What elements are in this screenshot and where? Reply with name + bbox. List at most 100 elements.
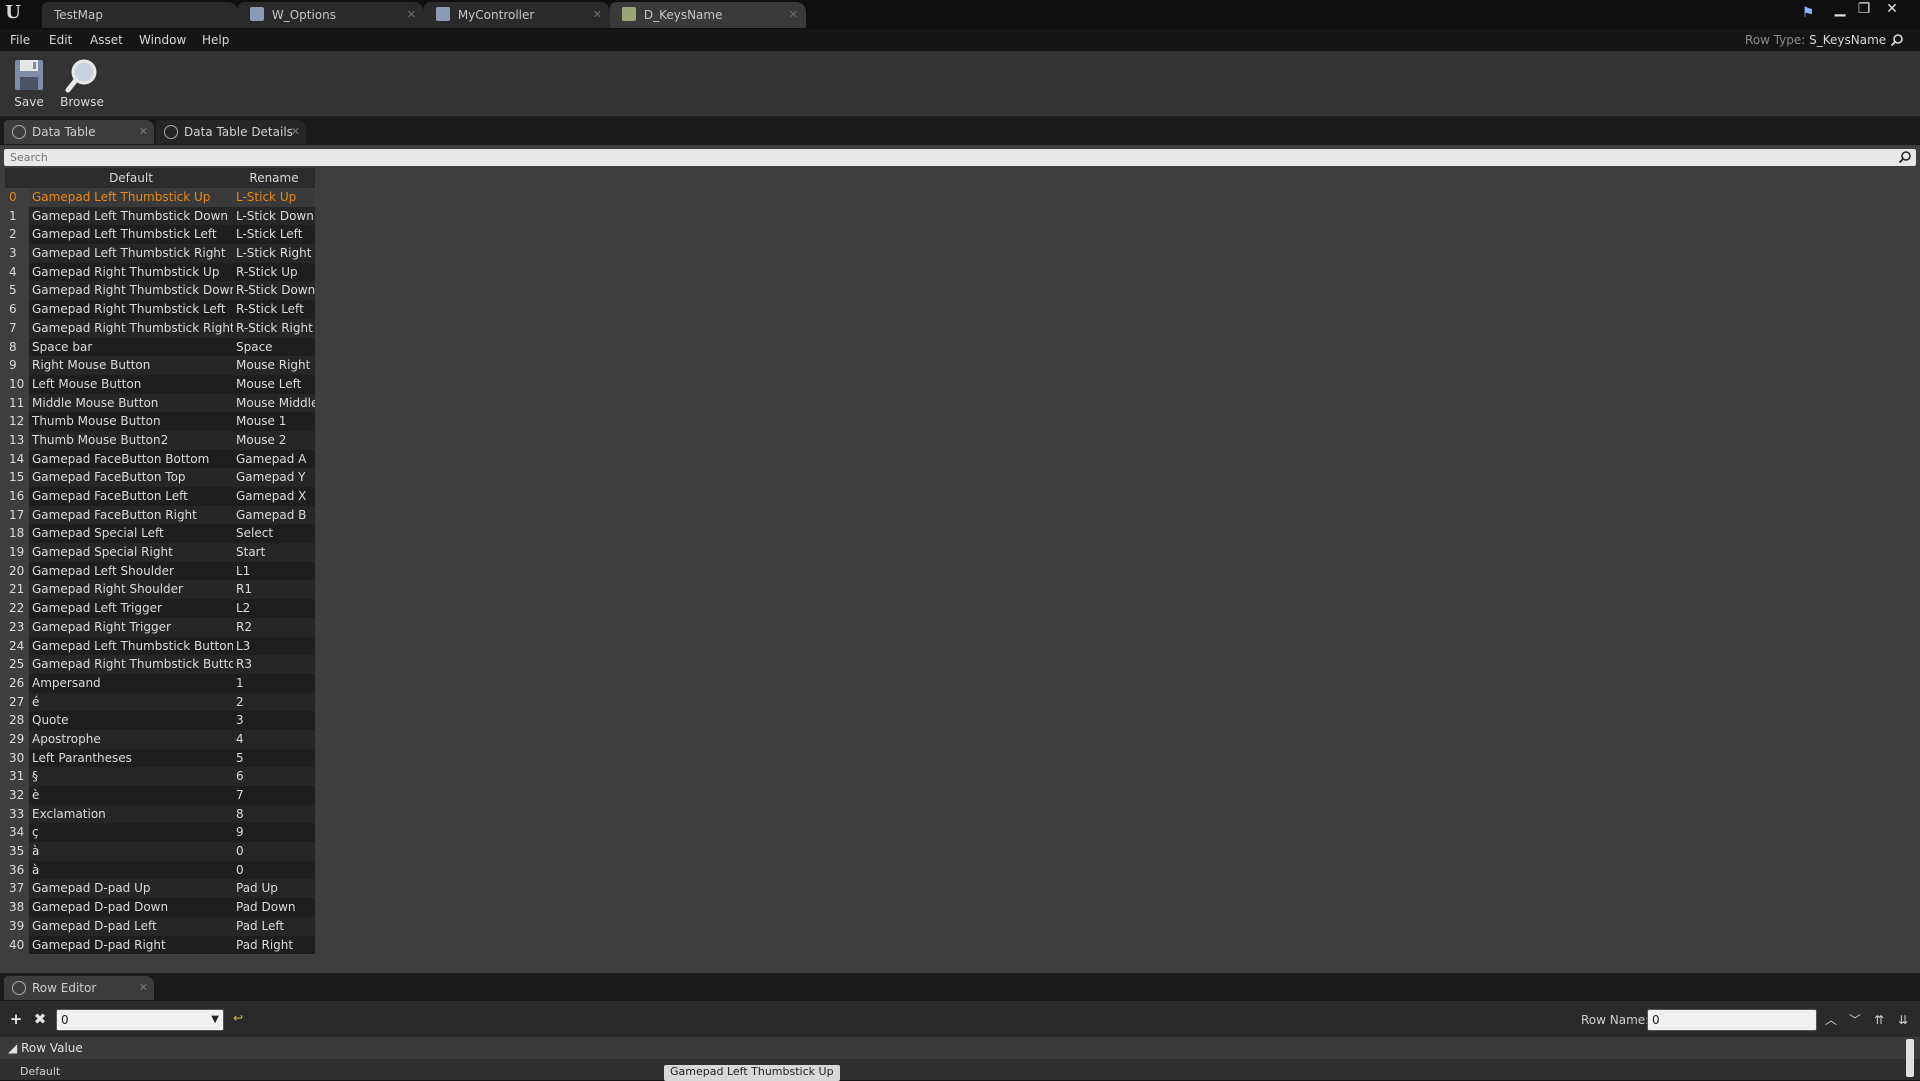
table-row[interactable]: 11 Middle Mouse Button Mouse Middle bbox=[5, 393, 315, 413]
table-row[interactable]: 8 Space bar Space bbox=[5, 337, 315, 357]
cell-rename[interactable]: R3 bbox=[233, 655, 315, 674]
move-top-icon[interactable]: ⇈ bbox=[1868, 1009, 1890, 1031]
cell-rename[interactable]: 3 bbox=[233, 711, 315, 730]
cell-default[interactable]: è bbox=[29, 786, 233, 805]
cell-rename[interactable]: Mouse Left bbox=[233, 374, 315, 394]
table-row[interactable]: 25 Gamepad Right Thumbstick Button R3 bbox=[5, 655, 315, 674]
table-row[interactable]: 21 Gamepad Right Shoulder R1 bbox=[5, 580, 315, 600]
table-row[interactable]: 19 Gamepad Special Right Start bbox=[5, 543, 315, 562]
property-value-field[interactable]: Gamepad Left Thumbstick Up bbox=[664, 1065, 840, 1081]
cell-default[interactable]: à bbox=[29, 860, 233, 880]
cell-rename[interactable]: R-Stick Up bbox=[233, 262, 315, 282]
cell-default[interactable]: Gamepad Special Left bbox=[29, 524, 233, 544]
table-row[interactable]: 37 Gamepad D-pad Up Pad Up bbox=[5, 879, 315, 899]
table-row[interactable]: 33 Exclamation 8 bbox=[5, 804, 315, 824]
cell-rename[interactable]: 5 bbox=[233, 748, 315, 768]
cell-default[interactable]: Gamepad Right Trigger bbox=[29, 617, 233, 637]
cell-default[interactable]: Gamepad Right Thumbstick Up bbox=[29, 262, 233, 282]
cell-default[interactable]: Ampersand bbox=[29, 673, 233, 693]
cell-rename[interactable]: Gamepad B bbox=[233, 505, 315, 525]
cell-rename[interactable]: Space bbox=[233, 337, 315, 357]
column-header-default[interactable]: Default bbox=[29, 168, 233, 188]
close-icon[interactable]: ✕ bbox=[593, 2, 602, 28]
add-row-button[interactable]: + bbox=[7, 1010, 25, 1028]
table-row[interactable]: 5 Gamepad Right Thumbstick Down R-Stick Do… bbox=[5, 281, 315, 301]
cell-default[interactable]: Gamepad D-pad Down bbox=[29, 898, 233, 917]
table-row[interactable]: 24 Gamepad Left Thumbstick Button L3 bbox=[5, 636, 315, 656]
cell-default[interactable]: Middle Mouse Button bbox=[29, 393, 233, 413]
cell-default[interactable]: à bbox=[29, 842, 233, 861]
cell-rename[interactable]: L-Stick Down bbox=[233, 206, 315, 226]
table-row[interactable]: 32 è 7 bbox=[5, 786, 315, 805]
cell-rename[interactable]: Mouse 1 bbox=[233, 412, 315, 431]
close-window-button[interactable]: ✕ bbox=[1880, 0, 1904, 20]
cell-rename[interactable]: L-Stick Up bbox=[233, 188, 315, 207]
doc-tab-testmap[interactable]: TestMap bbox=[42, 2, 238, 28]
cell-rename[interactable]: L3 bbox=[233, 636, 315, 656]
cell-default[interactable]: Gamepad FaceButton Bottom bbox=[29, 449, 233, 469]
remove-row-button[interactable]: ✖ bbox=[31, 1010, 49, 1028]
move-bottom-icon[interactable]: ⇊ bbox=[1892, 1009, 1914, 1031]
cell-rename[interactable]: 9 bbox=[233, 823, 315, 843]
table-row[interactable]: 35 à 0 bbox=[5, 842, 315, 861]
menu-help[interactable]: Help bbox=[202, 29, 229, 51]
cell-rename[interactable]: R-Stick Right bbox=[233, 318, 315, 338]
close-icon[interactable]: ✕ bbox=[407, 2, 416, 28]
cell-default[interactable]: Gamepad FaceButton Left bbox=[29, 487, 233, 506]
table-row[interactable]: 4 Gamepad Right Thumbstick Up R-Stick Up bbox=[5, 262, 315, 282]
minimize-button[interactable]: ▁ bbox=[1828, 0, 1852, 20]
menu-asset[interactable]: Asset bbox=[90, 29, 123, 51]
table-row[interactable]: 26 Ampersand 1 bbox=[5, 673, 315, 693]
table-row[interactable]: 12 Thumb Mouse Button Mouse 1 bbox=[5, 412, 315, 431]
cell-rename[interactable]: Start bbox=[233, 543, 315, 562]
table-row[interactable]: 2 Gamepad Left Thumbstick Left L-Stick Lef… bbox=[5, 225, 315, 245]
search-input[interactable] bbox=[4, 149, 1884, 166]
move-down-icon[interactable]: ﹀ bbox=[1844, 1009, 1866, 1031]
cell-default[interactable]: Gamepad Right Thumbstick Button bbox=[29, 655, 233, 674]
table-row[interactable]: 27 é 2 bbox=[5, 692, 315, 712]
cell-rename[interactable]: Gamepad A bbox=[233, 449, 315, 469]
table-row[interactable]: 28 Quote 3 bbox=[5, 711, 315, 730]
table-row[interactable]: 3 Gamepad Left Thumbstick Right L-Stick Ri… bbox=[5, 244, 315, 263]
cell-default[interactable]: Gamepad Left Thumbstick Up bbox=[29, 188, 233, 207]
cell-default[interactable]: ç bbox=[29, 823, 233, 843]
reset-icon[interactable]: ↩ bbox=[233, 1011, 243, 1025]
search-icon[interactable] bbox=[1890, 33, 1904, 47]
cell-default[interactable]: Apostrophe bbox=[29, 729, 233, 749]
close-icon[interactable]: ✕ bbox=[291, 120, 300, 144]
cell-default[interactable]: Space bar bbox=[29, 337, 233, 357]
cell-rename[interactable]: L-Stick Left bbox=[233, 225, 315, 245]
browse-button[interactable]: Browse bbox=[56, 55, 108, 113]
cell-default[interactable]: Gamepad Right Thumbstick Left bbox=[29, 300, 233, 319]
table-row[interactable]: 13 Thumb Mouse Button2 Mouse 2 bbox=[5, 430, 315, 450]
column-header-rename[interactable]: Rename bbox=[233, 168, 315, 188]
table-row[interactable]: 36 à 0 bbox=[5, 860, 315, 880]
table-row[interactable]: 23 Gamepad Right Trigger R2 bbox=[5, 617, 315, 637]
cell-default[interactable]: Right Mouse Button bbox=[29, 356, 233, 375]
cell-default[interactable]: Gamepad Left Thumbstick Down bbox=[29, 206, 233, 226]
cell-default[interactable]: Left Mouse Button bbox=[29, 374, 233, 394]
cell-rename[interactable]: R1 bbox=[233, 580, 315, 600]
cell-rename[interactable]: 7 bbox=[233, 786, 315, 805]
menu-file[interactable]: File bbox=[10, 29, 30, 51]
cell-rename[interactable]: 6 bbox=[233, 767, 315, 786]
cell-default[interactable]: Gamepad Left Trigger bbox=[29, 599, 233, 618]
row-value-section[interactable]: ◢ Row Value bbox=[0, 1037, 1920, 1059]
cell-default[interactable]: Thumb Mouse Button2 bbox=[29, 430, 233, 450]
row-select-dropdown[interactable]: 0 ▼ bbox=[56, 1009, 224, 1031]
table-row[interactable]: 20 Gamepad Left Shoulder L1 bbox=[5, 561, 315, 581]
table-row[interactable]: 15 Gamepad FaceButton Top Gamepad Y bbox=[5, 468, 315, 487]
table-row[interactable]: 34 ç 9 bbox=[5, 823, 315, 843]
cell-rename[interactable]: Mouse 2 bbox=[233, 430, 315, 450]
cell-default[interactable]: Gamepad Left Thumbstick Right bbox=[29, 244, 233, 263]
table-row[interactable]: 30 Left Parantheses 5 bbox=[5, 748, 315, 768]
cell-default[interactable]: Gamepad Left Shoulder bbox=[29, 561, 233, 581]
cell-default[interactable]: Gamepad D-pad Up bbox=[29, 879, 233, 899]
table-row[interactable]: 40 Gamepad D-pad Right Pad Right bbox=[5, 935, 315, 955]
table-row[interactable]: 22 Gamepad Left Trigger L2 bbox=[5, 599, 315, 618]
save-button[interactable]: Save bbox=[3, 55, 55, 113]
cell-rename[interactable]: Select bbox=[233, 524, 315, 544]
cell-rename[interactable]: Pad Up bbox=[233, 879, 315, 899]
cell-rename[interactable]: L2 bbox=[233, 599, 315, 618]
cell-rename[interactable]: Gamepad Y bbox=[233, 468, 315, 487]
